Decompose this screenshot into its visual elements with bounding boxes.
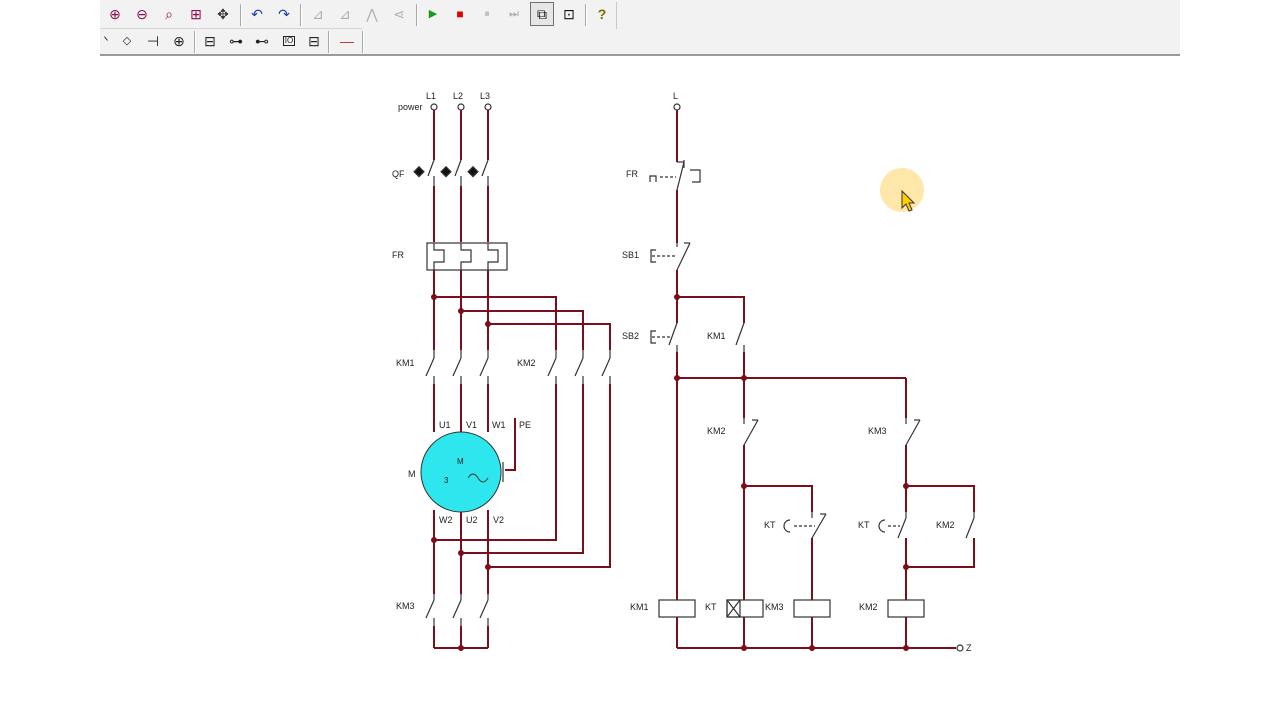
label-L: L: [673, 91, 678, 101]
label-L2: L2: [453, 91, 463, 101]
mouse-cursor-icon: [901, 190, 916, 212]
motor-m[interactable]: [420, 431, 504, 513]
coil-km1[interactable]: [658, 599, 696, 618]
label-V2: V2: [493, 515, 504, 525]
label-KM2-coil: KM2: [859, 602, 878, 612]
label-KM2-main: KM2: [517, 358, 536, 368]
label-U2: U2: [466, 515, 478, 525]
timer-kt-nc-contact[interactable]: [783, 512, 827, 539]
contactor-km2-aux[interactable]: [965, 512, 975, 539]
terminal-L[interactable]: [673, 103, 681, 111]
label-QF: QF: [392, 169, 405, 179]
label-L3: L3: [480, 91, 490, 101]
label-KM3-coil: KM3: [765, 602, 784, 612]
label-KT-nc: KT: [764, 520, 776, 530]
thermal-relay-fr[interactable]: [426, 242, 508, 271]
label-PE: PE: [519, 420, 531, 430]
label-FR-main: FR: [392, 250, 404, 260]
breaker-qf[interactable]: [413, 159, 489, 186]
label-KT-coil: KT: [705, 602, 717, 612]
label-W2: W2: [439, 515, 453, 525]
label-KM3-nc: KM3: [868, 426, 887, 436]
contactor-km1-aux[interactable]: [735, 322, 745, 352]
motor-label-M: M: [457, 457, 464, 466]
label-KM1-main: KM1: [396, 358, 415, 368]
coil-km2[interactable]: [887, 599, 925, 618]
contactor-km1-main[interactable]: [425, 350, 489, 384]
start-button-sb2[interactable]: [650, 322, 678, 352]
contactor-km2-nc-aux[interactable]: [743, 418, 759, 446]
label-KM2-nc: KM2: [707, 426, 726, 436]
label-KT-no: KT: [858, 520, 870, 530]
terminal-L2[interactable]: [457, 103, 465, 111]
terminal-N[interactable]: [956, 644, 964, 652]
contactor-km2-main[interactable]: [547, 350, 611, 384]
circuit-diagram[interactable]: L1 L2 L3 power QF FR KM1 KM2 U1 V1 W1 PE…: [0, 0, 1280, 720]
label-N: Z: [966, 643, 972, 653]
label-KM3-main: KM3: [396, 601, 415, 611]
label-FR-control: FR: [626, 169, 638, 179]
stop-button-sb1[interactable]: [650, 242, 691, 271]
terminal-L1[interactable]: [430, 103, 438, 111]
label-SB1: SB1: [622, 250, 639, 260]
coil-km3[interactable]: [793, 599, 831, 618]
label-M: M: [408, 469, 416, 479]
label-L1: L1: [426, 91, 436, 101]
timer-kt-no-contact[interactable]: [878, 512, 907, 539]
contactor-km3-nc-aux[interactable]: [905, 418, 921, 446]
label-SB2: SB2: [622, 331, 639, 341]
terminal-L3[interactable]: [484, 103, 492, 111]
label-U1: U1: [439, 420, 451, 430]
label-KM1-aux: KM1: [707, 331, 726, 341]
label-V1: V1: [466, 420, 477, 430]
motor-label-3: 3: [444, 476, 449, 485]
contactor-km3-main[interactable]: [425, 594, 489, 626]
label-power: power: [398, 102, 423, 112]
coil-kt[interactable]: [726, 599, 764, 618]
fr-nc-contact[interactable]: [649, 160, 701, 191]
label-KM1-coil: KM1: [630, 602, 649, 612]
label-W1: W1: [492, 420, 506, 430]
label-KM2-aux: KM2: [936, 520, 955, 530]
